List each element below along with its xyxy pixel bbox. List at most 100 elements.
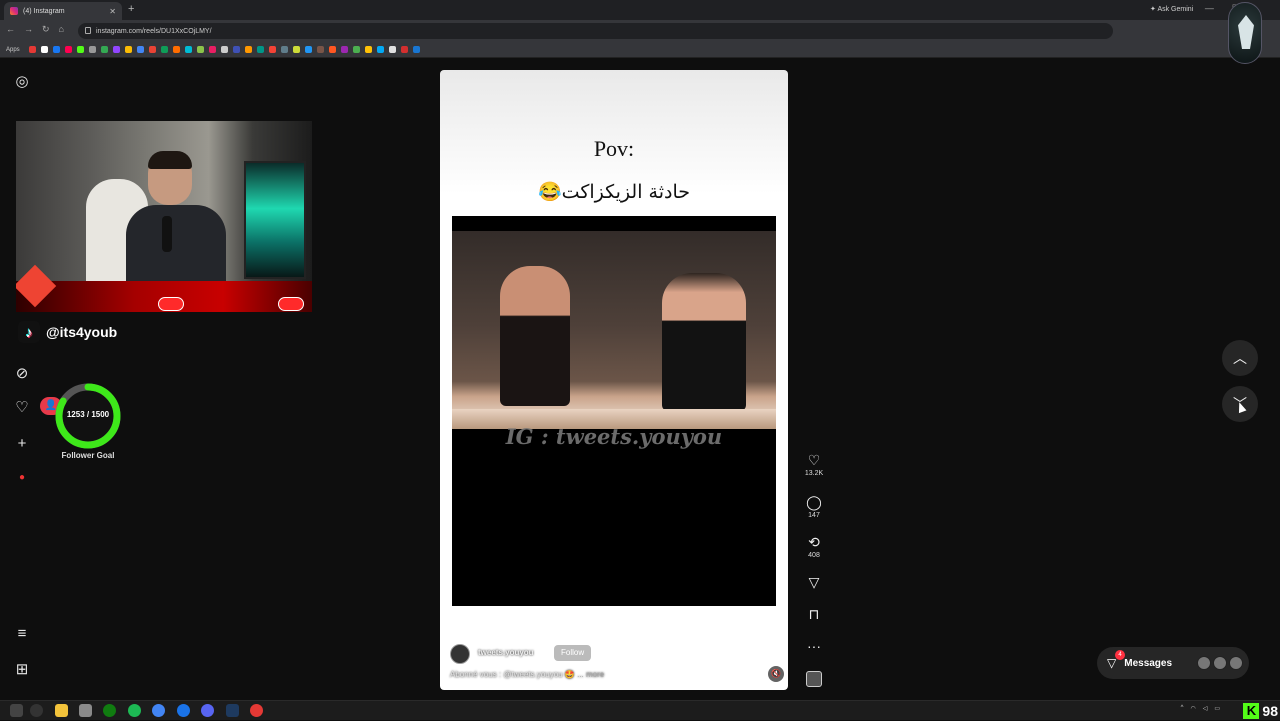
follower-goal-count: 1253 / 1500 bbox=[66, 410, 110, 419]
webcam-overlay bbox=[16, 121, 312, 312]
home-icon[interactable]: ⌂ bbox=[59, 24, 64, 35]
back-icon[interactable]: ← bbox=[6, 24, 15, 35]
bookmark-icon[interactable] bbox=[196, 46, 204, 53]
menu-icon[interactable]: ≡ bbox=[14, 626, 30, 642]
audio-thumbnail[interactable] bbox=[806, 671, 822, 687]
chrome-icon[interactable] bbox=[152, 704, 165, 717]
comment-icon[interactable]: ◯ bbox=[800, 494, 828, 510]
bookmark-icon[interactable] bbox=[280, 46, 288, 53]
bookmark-icon[interactable] bbox=[100, 46, 108, 53]
like-action[interactable]: ♡ 13.2K bbox=[800, 452, 828, 477]
save-action[interactable]: ⊓ bbox=[800, 606, 828, 622]
more-icon[interactable]: ··· bbox=[800, 638, 828, 654]
bookmarks-bar: Apps bbox=[0, 42, 1280, 58]
bookmark-icon[interactable] bbox=[268, 46, 276, 53]
wifi-icon[interactable]: ◠ bbox=[1190, 705, 1195, 712]
caption-more-link[interactable]: ... more bbox=[577, 670, 604, 679]
bookmark-icon[interactable] bbox=[124, 46, 132, 53]
previous-reel-button[interactable]: ︿ bbox=[1222, 340, 1258, 376]
discord-icon[interactable] bbox=[201, 704, 214, 717]
bookmark-icon[interactable] bbox=[172, 46, 180, 53]
spotify-icon[interactable] bbox=[128, 704, 141, 717]
follower-goal-widget: 1253 / 1500 bbox=[54, 382, 122, 450]
mute-icon[interactable]: 🔇 bbox=[768, 666, 784, 682]
bookmark-icon[interactable] bbox=[388, 46, 396, 53]
profile-avatar-icon[interactable]: ● bbox=[14, 470, 30, 486]
new-tab-icon[interactable]: + bbox=[128, 3, 134, 15]
site-info-icon[interactable] bbox=[85, 27, 91, 34]
instagram-logo-icon[interactable]: ◎ bbox=[14, 74, 30, 90]
windows-start-icon[interactable] bbox=[10, 704, 23, 717]
bookmark-icon[interactable]: ⊓ bbox=[800, 606, 828, 622]
bookmark-icon[interactable] bbox=[316, 46, 324, 53]
forward-icon[interactable]: → bbox=[24, 24, 33, 35]
apps-shortcut[interactable]: Apps bbox=[6, 47, 20, 53]
bookmark-icon[interactable] bbox=[340, 46, 348, 53]
battery-icon[interactable]: ▭ bbox=[1214, 705, 1220, 712]
kick-viewer-count: K 98 bbox=[1243, 701, 1278, 721]
video-watermark: IG : tweets.youyou bbox=[505, 424, 723, 449]
reel-video-frame[interactable]: IG : tweets.youyou bbox=[452, 216, 776, 606]
store-icon[interactable] bbox=[79, 704, 92, 717]
bookmark-icon[interactable] bbox=[364, 46, 372, 53]
browser-tab-strip: (4) Instagram ✕ + ✦ Ask Gemini — ☐ bbox=[0, 0, 1280, 20]
reload-icon[interactable]: ↻ bbox=[42, 24, 50, 35]
bookmark-icon[interactable] bbox=[244, 46, 252, 53]
obs-icon[interactable] bbox=[250, 704, 263, 717]
share-icon[interactable]: ▽ bbox=[800, 574, 828, 590]
minimize-icon[interactable]: — bbox=[1205, 3, 1214, 14]
url-input[interactable]: instagram.com/reels/DU1XxCOjLMY/ bbox=[78, 23, 1113, 39]
bookmark-icon[interactable] bbox=[76, 46, 84, 53]
reel-video-card[interactable]: Pov: حادثة الزيكزاكت😂 IG : tweets.youyou… bbox=[440, 70, 788, 690]
bookmark-icon[interactable] bbox=[40, 46, 48, 53]
bookmark-icon[interactable] bbox=[376, 46, 384, 53]
search-icon[interactable] bbox=[30, 704, 43, 717]
bookmark-icon[interactable] bbox=[412, 46, 420, 53]
app-icon[interactable] bbox=[226, 704, 239, 717]
nav-buttons: ← → ↻ ⌂ bbox=[6, 24, 64, 35]
bookmark-icon[interactable] bbox=[208, 46, 216, 53]
bookmark-icon[interactable] bbox=[328, 46, 336, 53]
repost-icon[interactable]: ⟲ bbox=[800, 534, 828, 550]
file-explorer-icon[interactable] bbox=[55, 704, 68, 717]
share-action[interactable]: ▽ bbox=[800, 574, 828, 590]
bookmark-icon[interactable] bbox=[304, 46, 312, 53]
bookmark-icon[interactable] bbox=[220, 46, 228, 53]
bookmark-icon[interactable] bbox=[256, 46, 264, 53]
bookmark-icon[interactable] bbox=[136, 46, 144, 53]
more-options[interactable]: ··· bbox=[800, 638, 828, 654]
bookmark-icon[interactable] bbox=[28, 46, 36, 53]
comment-action[interactable]: ◯ 147 bbox=[800, 494, 828, 519]
chevron-up-icon: ︿ bbox=[1233, 350, 1247, 366]
notifications-heart-icon[interactable]: ♡ bbox=[14, 400, 30, 416]
author-avatar[interactable] bbox=[450, 644, 470, 664]
create-plus-icon[interactable]: + bbox=[14, 436, 30, 452]
ask-gemini-button[interactable]: ✦ Ask Gemini bbox=[1150, 5, 1193, 13]
tab-close-icon[interactable]: ✕ bbox=[109, 7, 116, 16]
bookmark-icon[interactable] bbox=[148, 46, 156, 53]
bookmark-icon[interactable] bbox=[112, 46, 120, 53]
bookmark-icon[interactable] bbox=[160, 46, 168, 53]
author-username[interactable]: tweets.youyou bbox=[478, 648, 534, 657]
bookmark-icon[interactable] bbox=[400, 46, 408, 53]
follow-button[interactable]: Follow bbox=[554, 645, 592, 661]
volume-icon[interactable]: ◁ bbox=[1203, 705, 1208, 712]
tray-chevron-icon[interactable]: ^ bbox=[1181, 705, 1184, 712]
more-apps-icon[interactable]: ⊞ bbox=[14, 662, 30, 678]
bookmark-icon[interactable] bbox=[352, 46, 360, 53]
xbox-icon[interactable] bbox=[103, 704, 116, 717]
heart-icon[interactable]: ♡ bbox=[800, 452, 828, 468]
edge-icon[interactable] bbox=[177, 704, 190, 717]
bookmark-icon[interactable] bbox=[88, 46, 96, 53]
bookmark-icon[interactable] bbox=[184, 46, 192, 53]
bookmark-icon[interactable] bbox=[64, 46, 72, 53]
bookmark-icon[interactable] bbox=[232, 46, 240, 53]
repost-action[interactable]: ⟲ 408 bbox=[800, 534, 828, 559]
gaming-pc bbox=[244, 161, 306, 279]
streamer-hair bbox=[148, 151, 192, 169]
bookmark-icon[interactable] bbox=[52, 46, 60, 53]
explore-icon[interactable]: ⊘ bbox=[14, 366, 30, 382]
browser-tab-instagram[interactable]: (4) Instagram ✕ bbox=[4, 2, 122, 20]
bookmark-icon[interactable] bbox=[292, 46, 300, 53]
messages-button[interactable]: ▽ 4 Messages bbox=[1097, 647, 1249, 679]
